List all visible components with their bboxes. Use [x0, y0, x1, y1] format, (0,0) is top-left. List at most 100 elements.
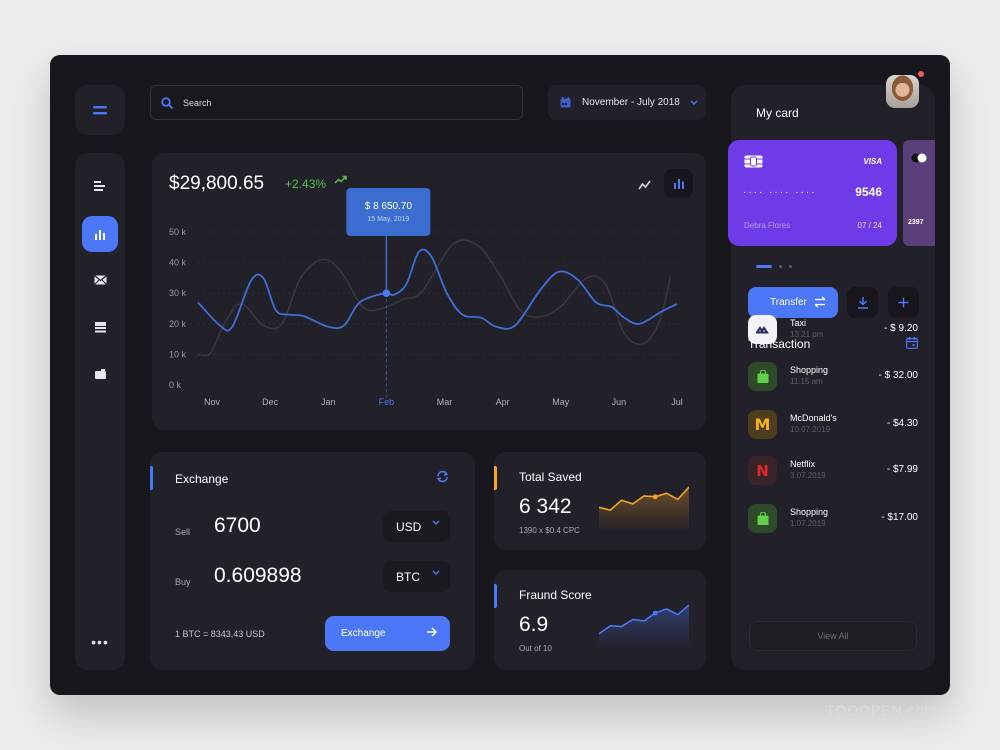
mail-icon: [93, 275, 107, 285]
transaction-item[interactable]: Taxi 13:21 pm - $ 9.20: [748, 315, 918, 345]
dashboard-window: ••• November - July 2018 0 k 10 k 20 k 30 k…: [50, 55, 950, 695]
transaction-time: 13:21 pm: [790, 330, 824, 339]
transaction-amount: - $17.00: [881, 512, 918, 523]
arrow-right-icon: [427, 627, 437, 637]
y-tick-label: 10 k: [169, 349, 187, 359]
chevron-down-icon: [432, 520, 440, 525]
sparkline-area: [599, 487, 689, 532]
exchange-button-label: Exchange: [341, 628, 386, 639]
transaction-item[interactable]: N Netflix 3.07.2019 - $7.99: [748, 456, 918, 486]
search-bar[interactable]: [150, 85, 523, 120]
sell-amount[interactable]: 6700: [214, 514, 261, 538]
download-button[interactable]: [847, 287, 878, 318]
balance-amount: $29,800.65: [169, 173, 265, 194]
notification-dot: [918, 71, 924, 77]
chevron-down-icon: [690, 100, 698, 105]
total-saved-sparkline: [599, 486, 689, 532]
bar-chart-icon: [95, 229, 105, 240]
card-expiry: 07 / 24: [857, 221, 882, 230]
y-tick-label: 0 k: [169, 380, 182, 390]
tooltip-box: [346, 188, 431, 236]
transfer-label: Transfer: [770, 297, 807, 308]
taxi-icon: [748, 315, 777, 344]
bar-chart-icon: [673, 179, 684, 189]
total-saved-value: 6 342: [519, 495, 572, 518]
x-tick-label: Jan: [321, 397, 336, 407]
transaction-time: 10.07.2019: [790, 425, 831, 434]
pager-dot[interactable]: [789, 265, 792, 268]
credit-card-mastercard[interactable]: 2397: [903, 140, 935, 246]
transaction-amount: - $7.99: [886, 464, 918, 475]
total-saved-subtitle: 1390 x $0.4 CPC: [519, 526, 580, 535]
shopping-bag-icon: [748, 362, 777, 391]
y-tick-label: 40 k: [169, 258, 187, 268]
sidebar-item-analytics[interactable]: [82, 216, 118, 252]
sidebar-item-documents[interactable]: [82, 309, 118, 345]
chevron-down-icon: [432, 570, 440, 575]
pager-dot[interactable]: [756, 265, 772, 268]
x-tick-label: May: [552, 397, 570, 407]
netflix-icon: N: [748, 456, 777, 485]
sidebar-item-list[interactable]: [82, 168, 118, 204]
search-input[interactable]: [183, 97, 483, 108]
x-tick-label: Apr: [496, 397, 510, 407]
x-tick-label: Jun: [612, 397, 627, 407]
card-brand: VISA: [863, 157, 882, 166]
add-card-button[interactable]: [888, 287, 919, 318]
avatar[interactable]: [886, 75, 919, 108]
sparkline-area: [599, 605, 689, 650]
credit-card-visa[interactable]: VISA ···· ···· ···· 9546 Debra Flores 07…: [728, 140, 897, 246]
buy-currency-select[interactable]: BTC: [383, 561, 450, 592]
line-chart-toggle[interactable]: [632, 173, 656, 197]
transaction-item[interactable]: M McDonald's 10.07.2019 - $4.30: [748, 410, 918, 440]
accent-bar: [494, 584, 497, 608]
exchange-button[interactable]: Exchange: [325, 616, 450, 651]
transfer-button[interactable]: Transfer: [748, 287, 838, 318]
y-tick-label: 30 k: [169, 288, 187, 298]
card-last4: 9546: [855, 185, 882, 199]
mcdonalds-icon: M: [748, 410, 777, 439]
exchange-rate: 1 BTC = 8343,43 USD: [175, 629, 265, 639]
transaction-amount: - $ 9.20: [884, 323, 918, 334]
transaction-time: 3.07.2019: [790, 471, 826, 480]
refresh-icon[interactable]: [436, 470, 449, 483]
total-saved-card: Total Saved 6 342 1390 x $0.4 CPC: [494, 452, 706, 550]
menu-button[interactable]: [75, 85, 125, 135]
sidebar: •••: [75, 153, 125, 670]
exchange-panel: Exchange Sell 6700 USD Buy 0.609898 BTC …: [150, 452, 475, 670]
card-last4: 2397: [908, 219, 924, 226]
sell-currency-select[interactable]: USD: [383, 511, 450, 542]
sidebar-item-wallet[interactable]: [82, 356, 118, 392]
sell-label: Sell: [175, 527, 191, 537]
y-tick-label: 50 k: [169, 227, 187, 237]
buy-label: Buy: [175, 577, 191, 587]
transaction-item[interactable]: Shopping 11:15 am - $ 32.00: [748, 362, 918, 392]
more-button[interactable]: •••: [75, 634, 125, 650]
transaction-time: 11:15 am: [790, 377, 823, 386]
wallet-icon: [94, 369, 106, 379]
y-tick-label: 20 k: [169, 319, 187, 329]
transaction-name: Shopping: [790, 365, 829, 375]
x-tick-label: Dec: [262, 397, 279, 407]
date-range-picker[interactable]: November - July 2018: [548, 85, 706, 120]
fraud-score-value: 6.9: [519, 613, 549, 636]
pager-dot[interactable]: [779, 265, 782, 268]
x-tick-label: Jul: [671, 397, 683, 407]
buy-amount[interactable]: 0.609898: [214, 564, 302, 588]
card-chip-icon: [744, 155, 763, 168]
transaction-amount: - $ 32.00: [878, 370, 918, 381]
transaction-name: Netflix: [790, 459, 816, 469]
bar-chart-toggle[interactable]: [664, 169, 693, 198]
view-all-button[interactable]: View All: [749, 621, 917, 651]
fraud-score-subtitle: Out of 10: [519, 644, 552, 653]
sell-currency: USD: [396, 519, 422, 534]
download-icon: [857, 297, 868, 309]
sparkline-marker: [652, 610, 658, 616]
card-holder: Debra Flores: [744, 221, 791, 230]
transaction-item[interactable]: Shopping 1.07.2019 - $17.00: [748, 504, 918, 534]
transaction-name: Shopping: [790, 507, 829, 517]
sidebar-item-messages[interactable]: [82, 262, 118, 298]
transfer-arrows-icon: [814, 296, 826, 308]
series-line-comparison: [197, 239, 672, 357]
x-tick-label: Mar: [437, 397, 453, 407]
